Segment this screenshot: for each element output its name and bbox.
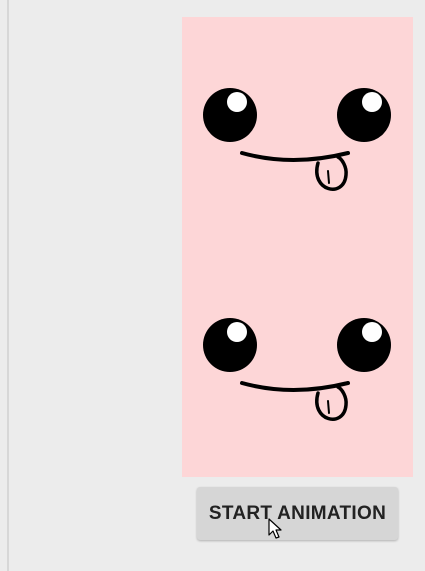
left-eye bbox=[203, 318, 257, 372]
start-animation-button[interactable]: START ANIMATION bbox=[197, 487, 398, 540]
tongue bbox=[315, 155, 348, 191]
left-eye bbox=[203, 88, 257, 142]
face-top bbox=[182, 87, 413, 217]
right-eye bbox=[337, 318, 391, 372]
face-bottom bbox=[182, 317, 413, 447]
animation-canvas bbox=[182, 17, 413, 477]
window-left-border bbox=[7, 0, 9, 571]
tongue bbox=[315, 385, 348, 421]
mouth bbox=[240, 151, 350, 162]
right-eye bbox=[337, 88, 391, 142]
mouth bbox=[240, 381, 350, 392]
